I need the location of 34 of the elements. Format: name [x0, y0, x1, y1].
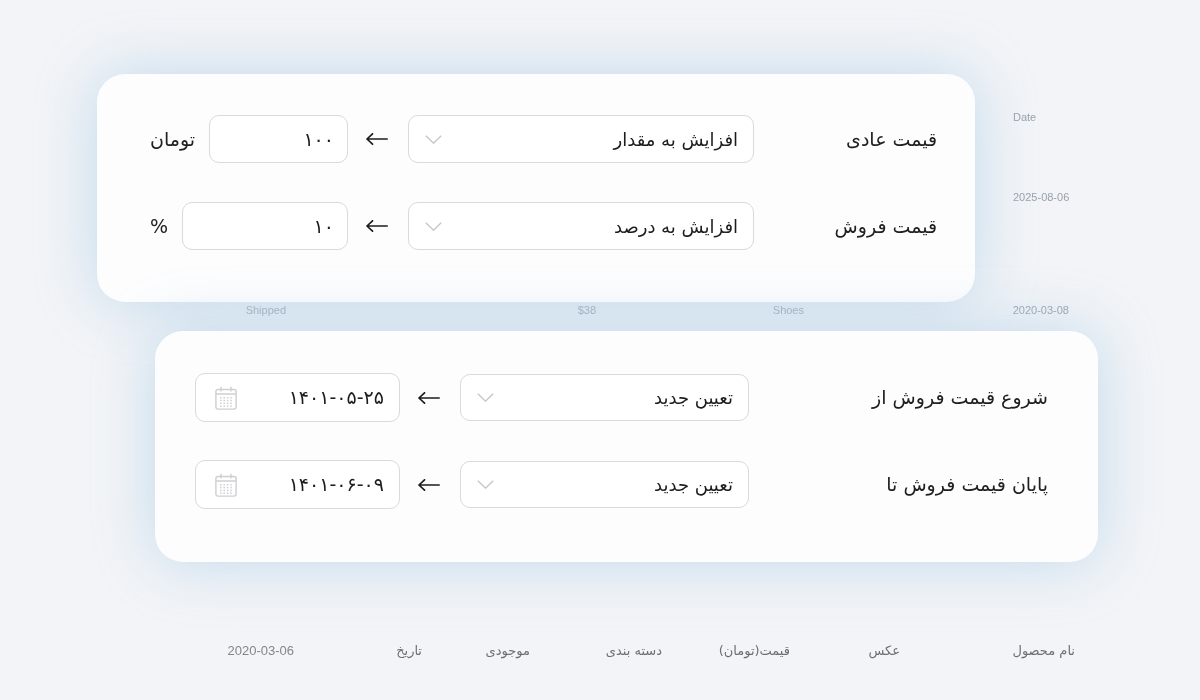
number-field[interactable]: ۱۰۰: [209, 115, 348, 163]
dropdown[interactable]: افزایش به مقدار: [408, 115, 754, 163]
dropdown[interactable]: تعیین جدید: [460, 374, 749, 421]
arrow-left-icon: [418, 391, 440, 404]
arrow-left-icon: [366, 133, 388, 145]
chevron-down-icon: [477, 480, 494, 489]
date-field[interactable]: ۱۴۰۱-۰۶-۰۹: [195, 460, 400, 509]
column-header: موجودی: [485, 643, 530, 658]
chevron-down-icon: [477, 393, 494, 402]
column-header: دسته بندی: [605, 643, 662, 658]
calendar-icon: [215, 385, 237, 410]
field-label: شروع قیمت فروش از: [872, 386, 1048, 409]
dropdown[interactable]: افزایش به درصد: [408, 202, 754, 250]
calendar-icon: [215, 472, 237, 497]
field-label: قیمت عادی: [846, 127, 937, 150]
arrow-left-icon: [418, 478, 440, 491]
arrow-left-icon: [366, 220, 388, 232]
field-label: پایان قیمت فروش تا: [886, 473, 1048, 496]
dropdown[interactable]: تعیین جدید: [460, 461, 749, 508]
column-header: Date: [1013, 111, 1037, 123]
number-field[interactable]: ۱۰: [182, 202, 348, 250]
chevron-down-icon: [425, 221, 442, 231]
table-cell: 2020-03-06: [227, 643, 294, 658]
column-header: قیمت(تومان): [718, 643, 790, 658]
column-header: تاریخ: [396, 643, 422, 658]
column-header: عکس: [868, 643, 900, 658]
date-field[interactable]: ۱۴۰۱-۰۵-۲۵: [195, 373, 400, 422]
field-label: قیمت فروش: [834, 214, 937, 237]
table-cell: 2025-08-06: [1013, 191, 1070, 203]
unit-label: %: [150, 213, 169, 239]
chevron-down-icon: [425, 134, 442, 144]
table-cell: 2020-03-08: [1012, 304, 1069, 316]
column-header: نام محصول: [1012, 643, 1075, 658]
unit-label: تومان: [150, 126, 196, 153]
